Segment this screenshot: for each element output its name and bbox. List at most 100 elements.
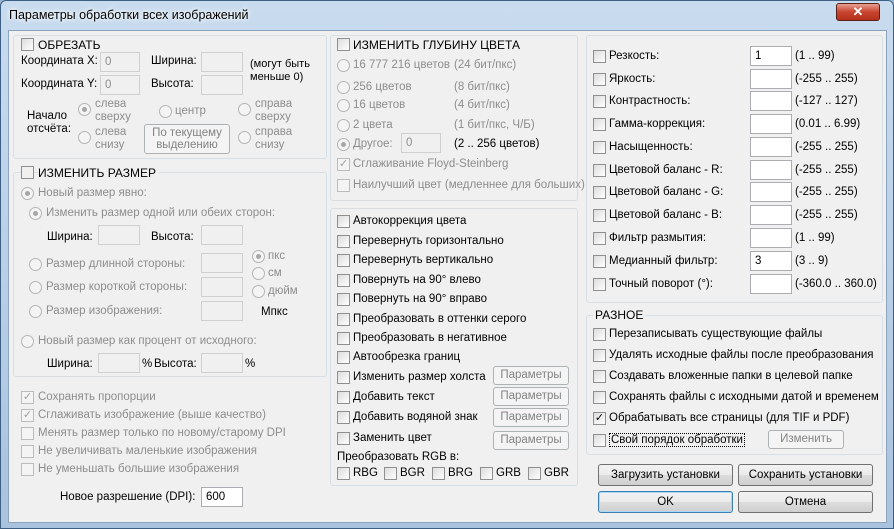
depth-other-input[interactable]: 0 <box>401 133 441 153</box>
no-reduce-checkbox[interactable] <box>21 463 34 476</box>
flip-v-checkbox[interactable] <box>337 254 350 267</box>
pct-height-input[interactable] <box>201 353 243 373</box>
units-cm-radio[interactable] <box>252 267 265 280</box>
adjustment-6-input[interactable] <box>750 182 792 202</box>
ok-button[interactable]: OK <box>598 491 733 513</box>
origin-bottom-right-radio[interactable] <box>238 131 251 144</box>
origin-top-right-radio[interactable] <box>238 103 251 116</box>
crop-checkbox[interactable] <box>21 38 34 51</box>
rotate-right-checkbox[interactable] <box>337 293 350 306</box>
grayscale-checkbox[interactable] <box>337 313 350 326</box>
rotate-left-checkbox[interactable] <box>337 274 350 287</box>
close-button[interactable]: ✕ <box>836 3 880 21</box>
units-in-radio[interactable] <box>252 285 265 298</box>
rgb-brg-checkbox[interactable] <box>432 467 445 480</box>
floyd-checkbox[interactable]: ✓ <box>337 158 350 171</box>
resize-width-input[interactable] <box>98 225 140 245</box>
short-side-input[interactable] <box>201 277 243 297</box>
new-dpi-input[interactable]: 600 <box>201 487 243 507</box>
rgb-grb-checkbox[interactable] <box>480 467 493 480</box>
resize-explicit-radio[interactable] <box>21 187 34 200</box>
rgb-gbr-checkbox[interactable] <box>528 467 541 480</box>
adjustment-3-checkbox[interactable] <box>593 118 606 131</box>
replace-color-checkbox[interactable] <box>337 432 350 445</box>
adjustment-4-input[interactable] <box>750 137 792 157</box>
units-px-radio[interactable] <box>252 250 265 263</box>
adjustment-2-input[interactable] <box>750 91 792 111</box>
origin-bottom-left-radio[interactable] <box>78 131 91 144</box>
long-side-radio[interactable] <box>29 258 42 271</box>
load-settings-button[interactable]: Загрузить установки <box>598 464 733 486</box>
cancel-button[interactable]: Отмена <box>738 491 873 513</box>
adjustment-3-input[interactable] <box>750 114 792 134</box>
depth-8bit-radio[interactable] <box>337 81 350 94</box>
adjustment-8-input[interactable] <box>750 228 792 248</box>
adjustment-10-input[interactable] <box>750 274 792 294</box>
adjustment-6-checkbox[interactable] <box>593 186 606 199</box>
best-color-checkbox[interactable] <box>337 179 350 192</box>
smooth-checkbox[interactable]: ✓ <box>21 409 34 422</box>
image-size-input[interactable] <box>201 301 243 321</box>
adjustment-10-checkbox[interactable] <box>593 278 606 291</box>
negative-checkbox[interactable] <box>337 332 350 345</box>
no-enlarge-checkbox[interactable] <box>21 445 34 458</box>
subfolders-checkbox[interactable] <box>593 370 606 383</box>
crop-width-input[interactable] <box>201 52 243 72</box>
watermark-checkbox[interactable] <box>337 411 350 424</box>
image-size-radio[interactable] <box>29 305 42 318</box>
pct-width-input[interactable] <box>98 353 140 373</box>
long-side-input[interactable] <box>201 253 243 273</box>
adjustment-7-input[interactable] <box>750 205 792 225</box>
adjustment-9-checkbox[interactable] <box>593 255 606 268</box>
crop-height-input[interactable] <box>201 75 243 95</box>
keep-dates-checkbox[interactable] <box>593 391 606 404</box>
adjustment-7-checkbox[interactable] <box>593 209 606 222</box>
adjustment-9-input[interactable]: 3 <box>750 251 792 271</box>
text-params-button[interactable]: Параметры <box>493 387 569 406</box>
flip-h-checkbox[interactable] <box>337 235 350 248</box>
change-order-button[interactable]: Изменить <box>768 430 844 449</box>
depth-24bit-radio[interactable] <box>337 59 350 72</box>
watermark-params-button[interactable]: Параметры <box>493 408 569 427</box>
adjustment-1-input[interactable] <box>750 69 792 89</box>
coord-x-input[interactable]: 0 <box>100 52 140 72</box>
depth-other-radio[interactable] <box>337 138 350 151</box>
resize-height-input[interactable] <box>201 225 243 245</box>
autocrop-checkbox[interactable] <box>337 351 350 364</box>
canvas-checkbox[interactable] <box>337 371 350 384</box>
resize-sides-radio[interactable] <box>29 207 42 220</box>
short-side-radio[interactable] <box>29 281 42 294</box>
delete-source-checkbox[interactable] <box>593 349 606 362</box>
save-settings-button[interactable]: Сохранить установки <box>738 464 873 486</box>
keep-proportions-checkbox[interactable]: ✓ <box>21 391 34 404</box>
adjustment-1-checkbox[interactable] <box>593 73 606 86</box>
overwrite-checkbox[interactable] <box>593 328 606 341</box>
adjustment-2-checkbox[interactable] <box>593 95 606 108</box>
adjustment-5-input[interactable] <box>750 160 792 180</box>
depth-4bit-desc: (4 бит/пкс) <box>454 99 510 111</box>
adjustment-8-checkbox[interactable] <box>593 232 606 245</box>
all-pages-checkbox[interactable]: ✓ <box>593 412 606 425</box>
origin-center-radio[interactable] <box>159 105 172 118</box>
origin-top-left-radio[interactable] <box>78 103 91 116</box>
depth-4bit-radio[interactable] <box>337 99 350 112</box>
resize-percent-radio[interactable] <box>21 335 34 348</box>
title-bar[interactable]: Параметры обработки всех изображений ✕ <box>1 1 893 29</box>
dpi-only-checkbox[interactable] <box>21 427 34 440</box>
auto-color-checkbox[interactable] <box>337 215 350 228</box>
canvas-params-button[interactable]: Параметры <box>493 366 569 385</box>
rgb-rbg-checkbox[interactable] <box>337 467 350 480</box>
own-order-checkbox[interactable] <box>593 434 606 447</box>
depth-1bit-radio[interactable] <box>337 119 350 132</box>
adjustment-5-checkbox[interactable] <box>593 164 606 177</box>
rgb-bgr-checkbox[interactable] <box>384 467 397 480</box>
by-selection-button[interactable]: По текущему выделению <box>144 124 230 154</box>
replace-params-button[interactable]: Параметры <box>493 431 569 450</box>
color-depth-checkbox[interactable] <box>337 38 350 51</box>
adjustment-0-checkbox[interactable] <box>593 50 606 63</box>
adjustment-4-checkbox[interactable] <box>593 141 606 154</box>
add-text-checkbox[interactable] <box>337 391 350 404</box>
coord-y-input[interactable]: 0 <box>100 75 140 95</box>
resize-checkbox[interactable] <box>21 166 34 179</box>
adjustment-0-input[interactable]: 1 <box>750 46 792 66</box>
